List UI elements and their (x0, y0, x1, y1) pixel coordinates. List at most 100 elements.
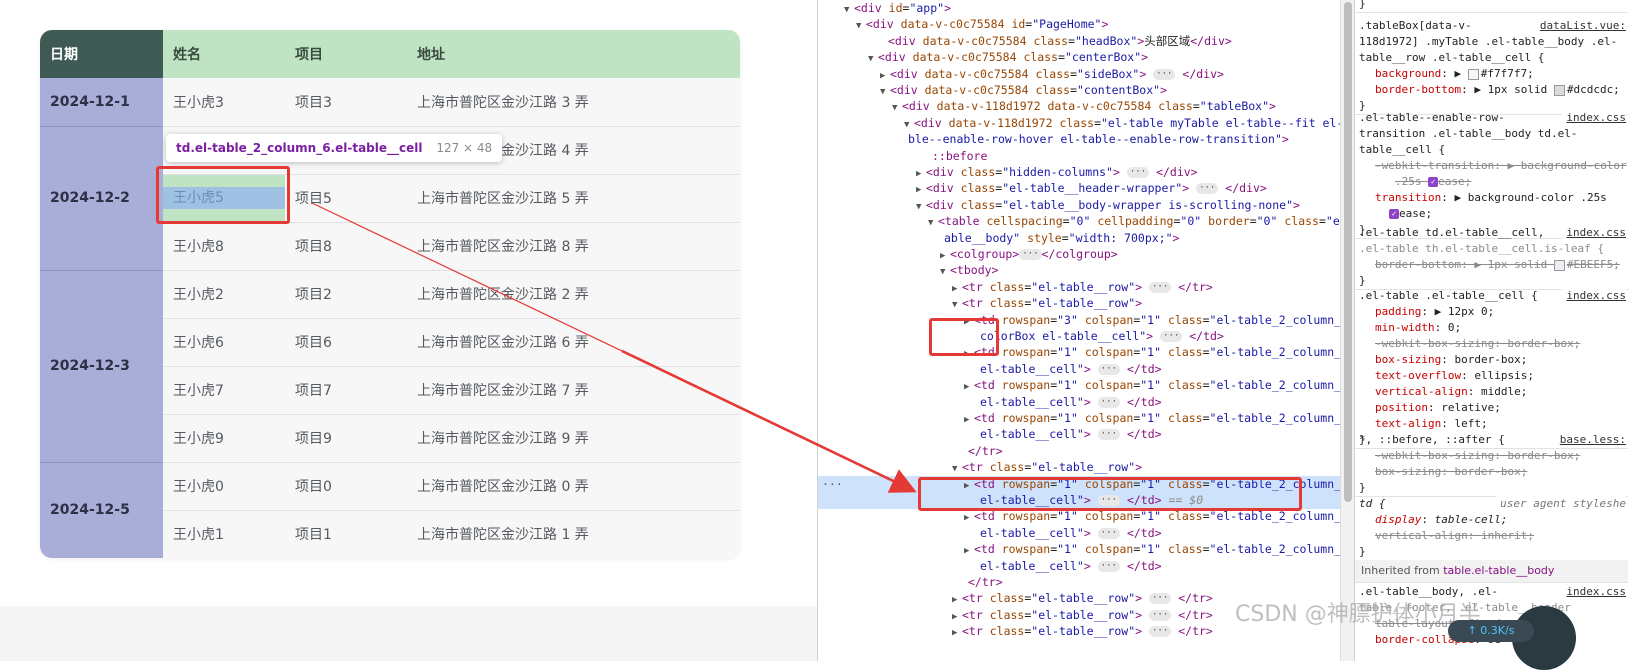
network-speed-badge: ↑ 0.3K/s (1448, 620, 1534, 642)
dom-node-line[interactable]: ▼ <div id="app"> (818, 0, 1340, 17)
network-speed-text: ↑ 0.3K/s (1467, 624, 1515, 637)
style-rule-el-cell: .el-table .el-table__cell {index.css pad… (1355, 288, 1628, 449)
dom-node-line[interactable]: ▶ <td rowspan="1" colspan="1" class="el-t… (818, 344, 1340, 361)
data-table: 日期 姓名 项目 地址 2024-12-1 王小虎3 项目3 上海市普陀区金沙江路 3… (40, 30, 740, 558)
dom-node-line[interactable]: el-table__cell"> ··· </td> (818, 361, 1340, 378)
project-cell: 项目7 (285, 366, 407, 415)
name-cell: 王小虎1 (163, 510, 285, 558)
address-cell: 上海市普陀区金沙江路 3 弄 (407, 78, 740, 127)
date-cell: 2024-12-5 (40, 462, 163, 558)
dom-node-line[interactable]: ▼ <div data-v-c0c75584 id="PageHome"> (818, 16, 1340, 33)
name-cell: 王小虎0 (163, 462, 285, 511)
collapsed-triangle-icon[interactable]: ▶ (952, 625, 962, 642)
style-rule-row-transition: .el-table--enable-row-index.css transiti… (1355, 110, 1628, 239)
address-cell: 上海市普陀区金沙江路 1 弄 (407, 510, 740, 558)
address-cell: 上海市普陀区金沙江路 6 弄 (407, 318, 740, 367)
dom-node-line[interactable]: el-table__cell"> ··· </td> (818, 426, 1340, 443)
address-cell: 上海市普陀区金沙江路 0 弄 (407, 462, 740, 511)
selected-node-dots: ··· (822, 476, 843, 491)
dom-node-line[interactable]: </tr> (818, 443, 1340, 460)
name-cell: 王小虎6 (163, 318, 285, 367)
dom-node-line[interactable]: </tr> (818, 574, 1340, 591)
project-cell: 项目8 (285, 222, 407, 271)
dom-node-line[interactable]: ▼ <tr class="el-table__row"> (818, 295, 1340, 312)
name-cell: 王小虎7 (163, 366, 285, 415)
date-cell: 2024-12-2 (40, 126, 163, 271)
inherited-target[interactable]: table.el-table__body (1443, 564, 1554, 577)
project-cell: 项目5 (285, 174, 407, 223)
highlight-box-colorbox (929, 318, 999, 356)
header-name: 姓名 (163, 30, 285, 78)
dom-node-line[interactable]: ▶ <td rowspan="1" colspan="1" class="el-t… (818, 541, 1340, 558)
address-cell: 上海市普陀区金沙江路 2 弄 (407, 270, 740, 319)
dom-node-line[interactable]: ▶ <div class="hidden-columns"> ··· </div> (818, 164, 1340, 181)
highlight-box-cell (156, 166, 290, 224)
dom-node-line[interactable]: <div data-v-c0c75584 class="headBox">头部区… (818, 33, 1340, 50)
name-cell: 王小虎8 (163, 222, 285, 271)
address-cell: 上海市普陀区金沙江路 5 弄 (407, 174, 740, 223)
dom-node-line[interactable]: el-table__cell"> ··· </td> (818, 394, 1340, 411)
project-cell: 项目9 (285, 414, 407, 463)
header-address: 地址 (407, 30, 740, 78)
table-header-row: 日期 姓名 项目 地址 (40, 30, 740, 78)
project-cell: 项目2 (285, 270, 407, 319)
dom-node-line[interactable]: ▼ <tbody> (818, 262, 1340, 279)
header-date: 日期 (40, 30, 163, 78)
project-cell: 项目0 (285, 462, 407, 511)
app-page: 日期 姓名 项目 地址 2024-12-1 王小虎3 项目3 上海市普陀区金沙江路 3… (0, 0, 817, 661)
dom-node-line[interactable]: ▶ <td rowspan="1" colspan="1" class="el-t… (818, 377, 1340, 394)
dom-node-line[interactable]: ▼ <div data-v-c0c75584 class="contentBox"… (818, 82, 1340, 99)
highlight-box-selected-node (918, 477, 1302, 511)
style-rule-user-agent: td {user agent styleshe display: table-c… (1355, 496, 1628, 561)
project-cell: 项目6 (285, 318, 407, 367)
dom-node-line[interactable]: ▼ <table cellspacing="0" cellpadding="0" … (818, 213, 1340, 230)
dom-node-line[interactable]: ▼ <div data-v-118d1972 data-v-c0c75584 cl… (818, 98, 1340, 115)
dom-node-line[interactable]: el-table__cell"> ··· </td> (818, 525, 1340, 542)
dom-node-line[interactable]: ▶ <tr class="el-table__row"> ··· </tr> (818, 279, 1340, 296)
table-row[interactable]: 2024-12-5 王小虎0 项目0 上海市普陀区金沙江路 0 弄 (40, 462, 740, 558)
address-cell: 上海市普陀区金沙江路 8 弄 (407, 222, 740, 271)
style-rule-tablebox: .tableBox[data-v-dataList.vue: 118d1972]… (1355, 18, 1628, 115)
name-cell: 王小虎2 (163, 270, 285, 319)
dom-node-line[interactable]: ▶ <colgroup> ··· </colgroup> (818, 246, 1340, 263)
date-cell: 2024-12-3 (40, 270, 163, 463)
inspect-tooltip: td.el-table_2_column_6.el-table__cell 12… (166, 134, 503, 162)
elements-scrollbar[interactable] (1340, 0, 1355, 661)
dom-node-line[interactable]: colorBox el-table__cell"> ··· </td> (818, 328, 1340, 345)
inherited-label: Inherited from (1361, 564, 1440, 577)
tooltip-size: 127 × 48 (436, 141, 493, 155)
table-row[interactable]: 2024-12-1 王小虎3 项目3 上海市普陀区金沙江路 3 弄 (40, 78, 740, 127)
inherited-from-bar: Inherited from table.el-table__body (1355, 560, 1628, 583)
style-rule-universal: *, ::before, ::after {base.less: -webkit… (1355, 432, 1628, 497)
dom-node-line[interactable]: ▶ <div data-v-c0c75584 class="sideBox"> ·… (818, 66, 1340, 83)
dom-node-line[interactable]: ▼ <div data-v-c0c75584 class="centerBox"> (818, 49, 1340, 66)
address-cell: 上海市普陀区金沙江路 9 弄 (407, 414, 740, 463)
dom-node-line[interactable]: able__body" style="width: 700px;"> (818, 230, 1340, 247)
project-cell: 项目3 (285, 78, 407, 127)
dom-node-line[interactable]: ▶ <td rowspan="3" colspan="1" class="el-t… (818, 312, 1340, 329)
color-swatch (1467, 68, 1479, 80)
dom-node-line[interactable]: ble--enable-row-hover el-table--enable-r… (818, 131, 1340, 148)
table-row[interactable]: 2024-12-3 王小虎2 项目2 上海市普陀区金沙江路 2 弄 (40, 270, 740, 463)
styles-pane[interactable]: } .tableBox[data-v-dataList.vue: 118d197… (1354, 0, 1628, 661)
header-project: 项目 (285, 30, 407, 78)
dom-node-line[interactable]: ::before (818, 148, 1340, 165)
dom-node-line[interactable]: ▶ <div class="el-table__header-wrapper"> … (818, 180, 1340, 197)
page-footer-area (0, 606, 817, 661)
name-cell: 王小虎3 (163, 78, 285, 127)
dom-node-line[interactable]: ▼ <tr class="el-table__row"> (818, 459, 1340, 476)
color-swatch (1553, 84, 1565, 96)
dom-node-line[interactable]: ▼ <div class="el-table__body-wrapper is-s… (818, 197, 1340, 214)
dom-node-line[interactable]: ▼ <div data-v-118d1972 class="el-table my… (818, 115, 1340, 132)
address-cell: 上海市普陀区金沙江路 7 弄 (407, 366, 740, 415)
style-rule-td-cell: .el-table td.el-table__cell, index.css .e… (1355, 225, 1628, 290)
name-cell: 王小虎9 (163, 414, 285, 463)
dom-node-line[interactable]: ▶ <td rowspan="1" colspan="1" class="el-t… (818, 410, 1340, 427)
elements-tree[interactable]: ▼ <div id="app"> ▼ <div data-v-c0c75584 id=… (818, 0, 1340, 661)
date-cell: 2024-12-1 (40, 78, 163, 127)
table-body: 日期 姓名 项目 地址 2024-12-1 王小虎3 项目3 上海市普陀区金沙江路 3… (40, 30, 740, 558)
csdn-watermark: CSDN @神膘护体小月半 (1235, 602, 1481, 627)
dom-node-line[interactable]: el-table__cell"> ··· </td> (818, 558, 1340, 575)
tooltip-selector: td.el-table_2_column_6.el-table__cell (176, 141, 423, 155)
style-rule: } (1355, 0, 1628, 13)
